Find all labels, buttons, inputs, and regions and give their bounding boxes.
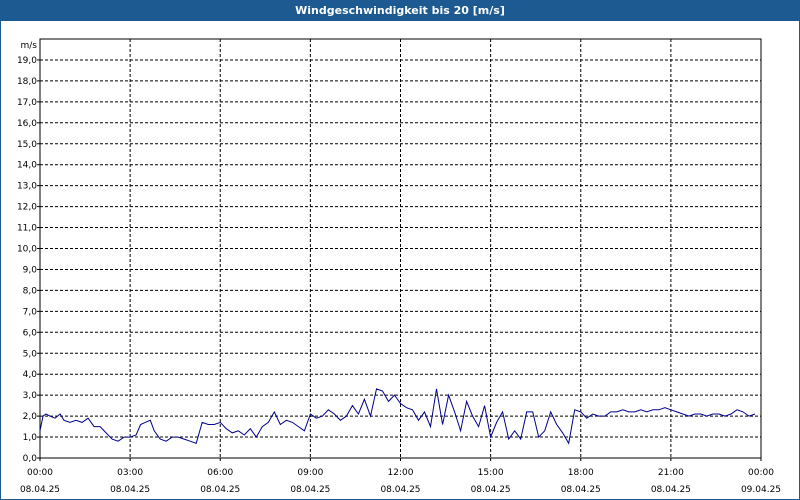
y-tick-label: 1,0 (23, 433, 38, 443)
y-tick-label: 6,0 (23, 328, 38, 338)
y-tick-label: 9,0 (23, 265, 38, 275)
x-tick-date-label: 08.04.25 (561, 485, 601, 495)
y-tick-label: 2,0 (23, 412, 38, 422)
y-tick-label: 18,0 (17, 77, 37, 87)
x-tick-date-label: 08.04.25 (20, 485, 60, 495)
x-tick-time-label: 12:00 (388, 468, 414, 478)
y-tick-label: 12,0 (17, 203, 37, 213)
x-tick-time-label: 00:00 (27, 468, 53, 478)
y-tick-label: 4,0 (23, 370, 38, 380)
x-tick-date-label: 08.04.25 (290, 485, 330, 495)
x-axis-ticks: 00:00 08.04.25 03:00 08.04.25 06:00 08.04.25 0… (20, 458, 781, 495)
y-tick-label: 16,0 (17, 119, 37, 129)
x-tick-date-label: 08.04.25 (380, 485, 420, 495)
y-tick-label: 17,0 (17, 98, 37, 108)
x-tick-time-label: 15:00 (478, 468, 504, 478)
line-chart: 0,0 1,0 2,0 3,0 4,0 5,0 6,0 7,0 8,0 9,0 10,0 11,0 12… (17, 38, 781, 495)
x-tick-date-label: 08.04.25 (200, 485, 240, 495)
x-tick-time-label: 21:00 (658, 468, 684, 478)
x-tick-time-label: 06:00 (207, 468, 233, 478)
x-tick-time-label: 03:00 (117, 468, 143, 478)
y-tick-label: 8,0 (23, 286, 38, 296)
y-tick-label: 15,0 (17, 140, 37, 150)
y-axis-ticks: 0,0 1,0 2,0 3,0 4,0 5,0 6,0 7,0 8,0 9,0 10,0 11,0 12… (17, 56, 40, 464)
x-tick-date-label: 08.04.25 (110, 485, 150, 495)
y-tick-label: 10,0 (17, 245, 37, 255)
y-tick-label: 5,0 (23, 349, 38, 359)
y-axis-label: m/s (21, 41, 38, 51)
y-tick-label: 3,0 (23, 391, 38, 401)
x-tick-time-label: 18:00 (568, 468, 594, 478)
x-tick-date-label: 08.04.25 (471, 485, 511, 495)
chart-title: Windgeschwindigkeit bis 20 [m/s] (1, 1, 799, 21)
x-tick-time-label: 09:00 (297, 468, 323, 478)
y-tick-label: 7,0 (23, 307, 38, 317)
y-tick-label: 19,0 (17, 56, 37, 66)
y-tick-label: 14,0 (17, 161, 37, 171)
x-tick-date-label: 09.04.25 (741, 485, 781, 495)
y-tick-label: 0,0 (23, 454, 38, 464)
y-tick-label: 13,0 (17, 182, 37, 192)
chart-window: Windgeschwindigkeit bis 20 [m/s] 0,0 1,0 2… (0, 0, 800, 500)
x-tick-time-label: 00:00 (748, 468, 774, 478)
x-tick-date-label: 08.04.25 (651, 485, 691, 495)
y-tick-label: 11,0 (17, 224, 37, 234)
